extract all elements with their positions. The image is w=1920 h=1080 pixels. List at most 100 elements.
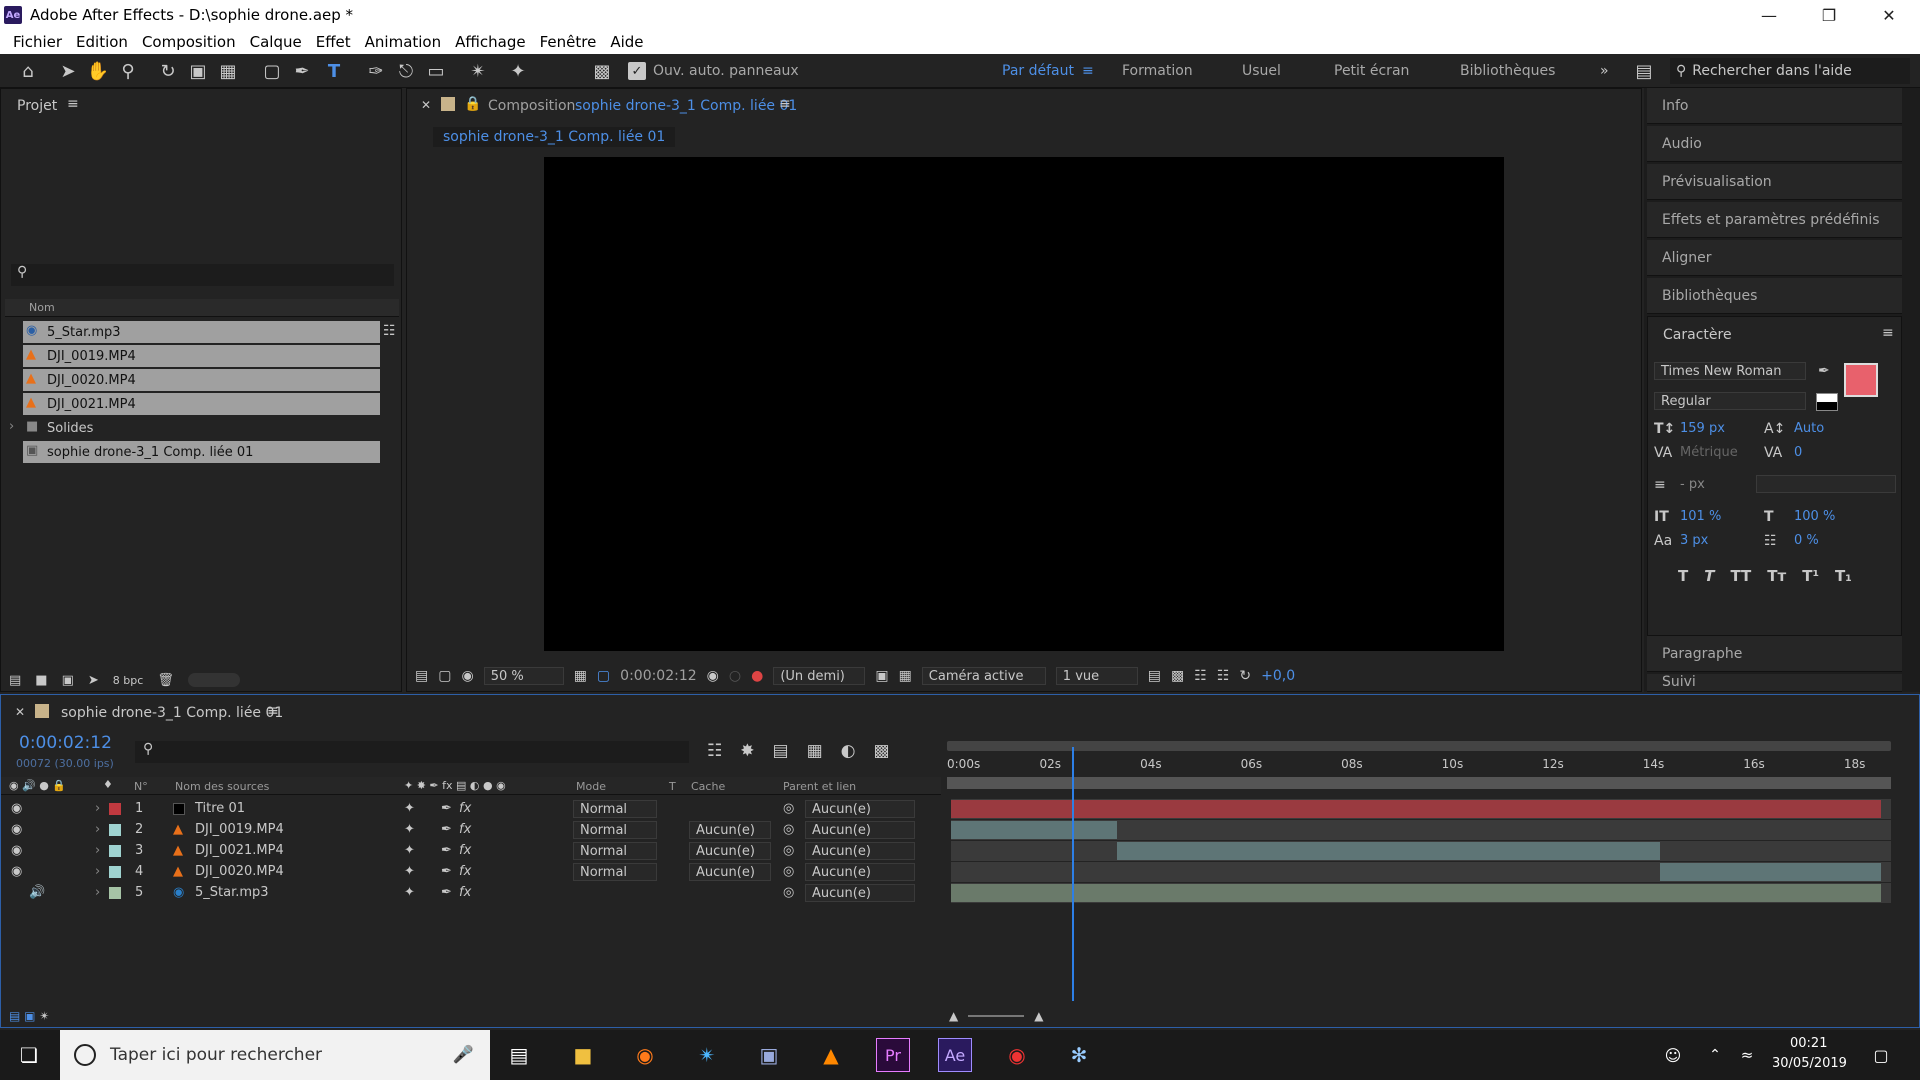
fill-color-swatch[interactable] — [1844, 363, 1878, 397]
composition-view-tab[interactable]: sophie drone-3_1 Comp. liée 01 — [433, 127, 676, 147]
stroke-type-dropdown[interactable] — [1756, 475, 1896, 493]
menu-affichage[interactable]: Affichage — [448, 33, 532, 51]
effects-switch-icon[interactable]: fx — [459, 822, 471, 837]
project-item[interactable]: ▲ DJI_0019.MP4 — [23, 345, 380, 367]
visibility-eye-icon[interactable]: ◉ — [11, 864, 22, 879]
quality-switch-icon[interactable]: ✒ — [441, 864, 452, 879]
views-dropdown[interactable]: 1 vue — [1055, 667, 1138, 685]
visibility-eye-icon[interactable]: ◉ — [11, 801, 22, 816]
camera-tool-icon[interactable]: ▣ — [186, 60, 210, 82]
project-item[interactable]: ▲ DJI_0021.MP4 — [23, 393, 380, 415]
monitor-icon[interactable]: ▢ — [438, 668, 451, 684]
pick-whip-icon[interactable]: ◎ — [783, 843, 794, 858]
clock-time[interactable]: 00:21 — [1790, 1036, 1827, 1051]
text-tool-icon[interactable]: T — [322, 60, 346, 82]
network-icon[interactable]: ≈ — [1730, 1038, 1764, 1072]
zoom-in-icon[interactable]: ▲ — [1034, 1009, 1043, 1023]
snapshot-icon[interactable]: ◉ — [707, 668, 719, 684]
composition-name[interactable]: sophie drone-3_1 Comp. liée 01 — [575, 98, 797, 114]
playhead[interactable] — [1071, 747, 1074, 1001]
table-row[interactable]: ◉ › 2 ▲ DJI_0019.MP4 ✦ ✒ fx Normal Aucun(e) ◎ Aucun… — [1, 820, 941, 841]
in-out-icon[interactable]: ✴ — [39, 1009, 49, 1023]
effects-presets-panel-header[interactable]: Effets et paramètres prédéfinis — [1647, 202, 1902, 238]
pick-whip-icon[interactable]: ◎ — [783, 885, 794, 900]
character-panel-title[interactable]: Caractère — [1663, 327, 1732, 343]
mode-dropdown[interactable]: Normal — [573, 863, 657, 881]
audio-panel-header[interactable]: Audio — [1647, 126, 1902, 162]
rectangle-tool-icon[interactable]: ▢ — [260, 60, 284, 82]
kerning-value[interactable]: Métrique — [1680, 445, 1738, 460]
effects-switch-icon[interactable]: fx — [459, 843, 471, 858]
channels-icon[interactable]: ● — [751, 668, 763, 684]
clock-date[interactable]: 30/05/2019 — [1772, 1056, 1847, 1071]
track-matte-dropdown[interactable]: Aucun(e) — [689, 842, 771, 860]
new-folder-icon[interactable]: ■ — [35, 673, 47, 688]
workspace-menu-icon[interactable]: ≡ — [1082, 63, 1094, 79]
work-area-bar[interactable] — [947, 741, 1891, 751]
panel-menu-icon[interactable]: ≡ — [779, 96, 791, 112]
parent-dropdown[interactable]: Aucun(e) — [805, 863, 915, 881]
layer-duration-bar[interactable] — [951, 884, 1881, 902]
expand-layer-icon[interactable]: › — [95, 822, 100, 837]
task-view-icon[interactable]: ▤ — [502, 1038, 536, 1072]
maximize-button[interactable]: ❐ — [1800, 0, 1858, 30]
quality-switch-icon[interactable]: ✒ — [441, 843, 452, 858]
parent-dropdown[interactable]: Aucun(e) — [805, 884, 915, 902]
effects-switch-icon[interactable]: fx — [459, 864, 471, 879]
transfer-controls-icon[interactable]: ▣ — [24, 1009, 35, 1023]
black-white-swatch[interactable] — [1816, 393, 1838, 411]
workspace-petit-ecran[interactable]: Petit écran — [1334, 63, 1409, 79]
resolution-dropdown[interactable]: (Un demi) — [773, 667, 866, 685]
effects-switch-icon[interactable]: fx — [459, 885, 471, 900]
tray-chevron-icon[interactable]: ⌃ — [1698, 1038, 1732, 1072]
zoom-dropdown[interactable]: 50 % — [483, 667, 564, 685]
toggle-pixel-icon[interactable]: ▤ — [1148, 668, 1161, 684]
region-of-interest-icon[interactable]: ▣ — [875, 668, 888, 684]
mode-dropdown[interactable]: Normal — [573, 800, 657, 818]
column-mode[interactable]: Mode — [576, 780, 606, 793]
close-button[interactable]: ✕ — [1860, 0, 1918, 30]
windows-start-icon[interactable]: ❏ — [12, 1038, 46, 1072]
pick-whip-icon[interactable]: ◎ — [783, 864, 794, 879]
auto-open-checkbox[interactable]: ✓ — [628, 62, 646, 80]
preview-panel-header[interactable]: Prévisualisation — [1647, 164, 1902, 200]
taskbar-search[interactable]: Taper ici pour rechercher 🎤 — [60, 1030, 490, 1080]
panel-menu-icon[interactable]: ≡ — [67, 96, 79, 112]
minimize-button[interactable]: — — [1740, 0, 1798, 30]
tracker-panel-header[interactable]: Suivi — [1647, 674, 1902, 692]
tracking-value[interactable]: 0 — [1794, 445, 1802, 460]
bpc-button[interactable]: 8 bpc — [113, 674, 144, 687]
motion-blur-icon[interactable]: ◐ — [841, 741, 856, 761]
rotate-tool-icon[interactable]: ↻ — [156, 60, 180, 82]
visibility-eye-icon[interactable]: ◉ — [11, 843, 22, 858]
quality-switch-icon[interactable]: ✒ — [441, 801, 452, 816]
effects-switch-icon[interactable]: fx — [459, 801, 471, 816]
eraser-tool-icon[interactable]: ▭ — [424, 60, 448, 82]
audio-toggle-icon[interactable]: 🔊 — [29, 885, 45, 900]
interpret-footage-icon[interactable]: ▤ — [9, 673, 21, 688]
table-row[interactable]: 🔊 › 5 ◉ 5_Star.mp3 ✦ ✒ fx ◎ Aucun(e) — [1, 883, 941, 904]
pan-behind-tool-icon[interactable]: ▦ — [216, 60, 240, 82]
project-item[interactable]: ◉ 5_Star.mp3 — [23, 321, 380, 343]
lock-icon[interactable]: 🔒 — [464, 96, 481, 112]
zoom-out-icon[interactable]: ▲ — [949, 1009, 958, 1023]
notifications-icon[interactable]: ▢ — [1864, 1038, 1898, 1072]
horizontal-scale-value[interactable]: 100 % — [1794, 509, 1835, 524]
image-viewer-icon[interactable]: ▣ — [752, 1038, 786, 1072]
timeline-icon[interactable]: ☷ — [1194, 668, 1207, 684]
menu-animation[interactable]: Animation — [358, 33, 448, 51]
puppet-pin-tool-icon[interactable]: ✦ — [506, 60, 530, 82]
current-timecode[interactable]: 0:00:02:12 — [19, 733, 112, 753]
shy-switch-icon[interactable]: ✦ — [404, 864, 415, 879]
align-panel-header[interactable]: Aligner — [1647, 240, 1902, 276]
leading-value[interactable]: Auto — [1794, 421, 1824, 436]
help-search[interactable]: ⚲ Rechercher dans l'aide — [1670, 58, 1910, 84]
shy-switch-icon[interactable]: ✦ — [404, 885, 415, 900]
camera-dropdown[interactable]: Caméra active — [921, 667, 1046, 685]
tsume-value[interactable]: 0 % — [1794, 533, 1819, 548]
quality-switch-icon[interactable]: ✒ — [441, 822, 452, 837]
project-item[interactable]: ▣ sophie drone-3_1 Comp. liée 01 — [23, 441, 380, 463]
parent-dropdown[interactable]: Aucun(e) — [805, 800, 915, 818]
menu-fenetre[interactable]: Fenêtre — [533, 33, 604, 51]
layer-name[interactable]: Titre 01 — [195, 801, 245, 816]
